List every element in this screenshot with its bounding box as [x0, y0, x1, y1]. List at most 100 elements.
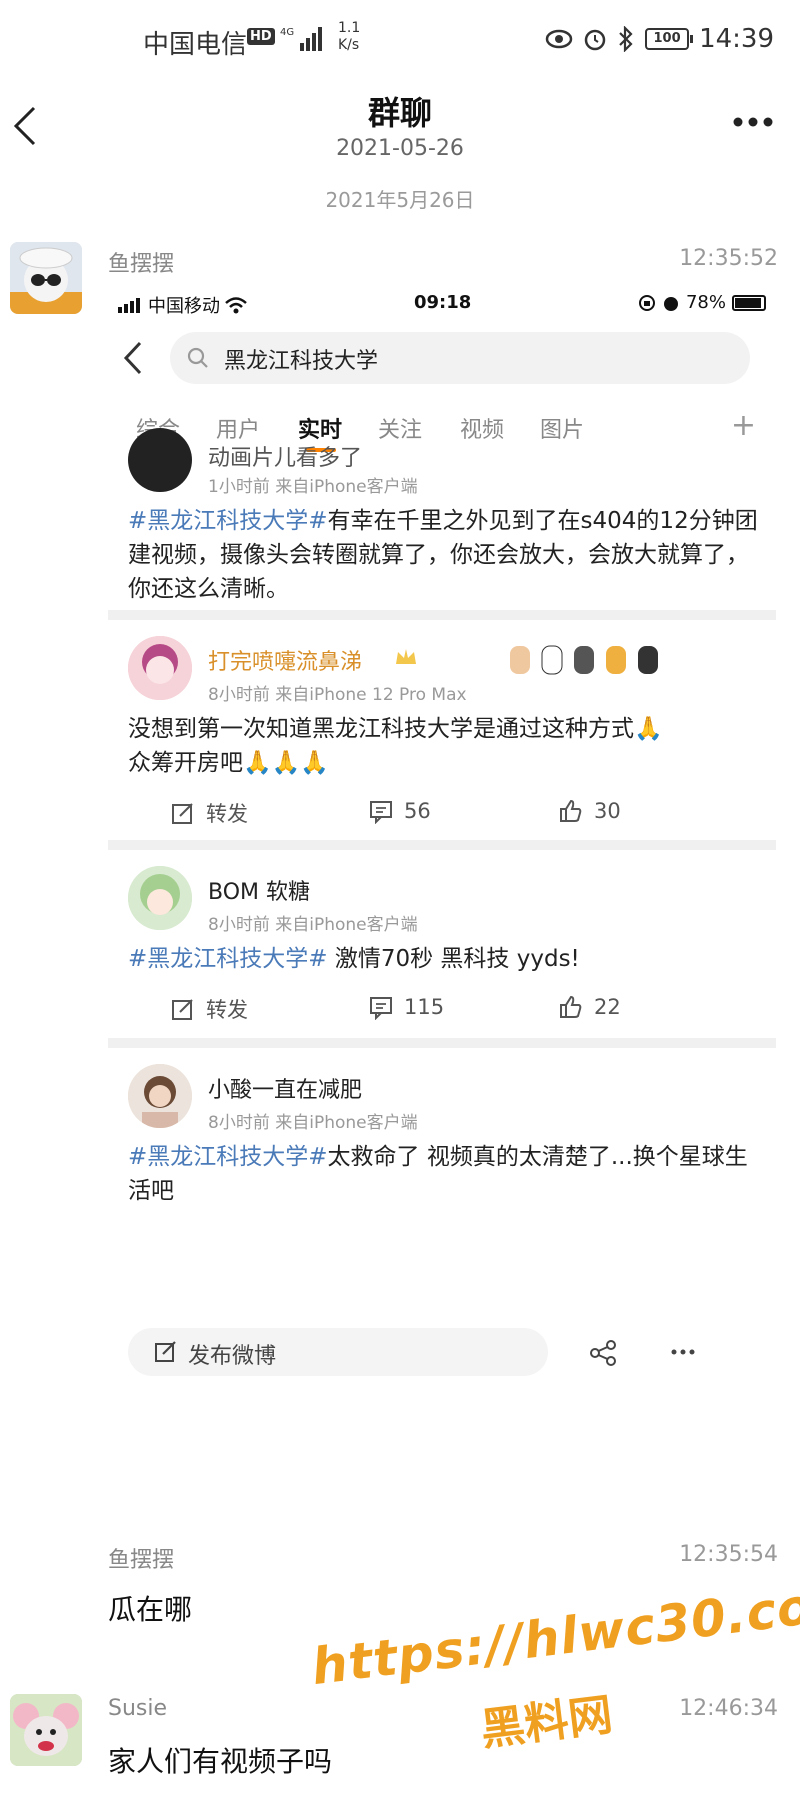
- avatar[interactable]: [128, 1064, 192, 1128]
- net-speed: 1.1 K/s: [338, 20, 360, 54]
- post-author[interactable]: 小酸一直在减肥: [208, 1072, 362, 1104]
- hd-badge: HD: [247, 28, 275, 45]
- post-body: #黑龙江科技大学#有幸在千里之外见到了在s404的12分钟团建视频，摄像头会转圈…: [128, 504, 758, 606]
- svg-text:4G: 4G: [280, 27, 294, 38]
- alarm-icon: [663, 296, 678, 311]
- post-actions: 转发 56 30: [108, 798, 776, 838]
- more-icon[interactable]: [732, 116, 774, 128]
- repost-label: 转发: [206, 802, 248, 826]
- hashtag-link[interactable]: #黑龙江科技大学#: [128, 946, 328, 972]
- tab-video[interactable]: 视频: [460, 412, 504, 444]
- publish-label: 发布微博: [188, 1344, 277, 1369]
- avatar[interactable]: [128, 866, 192, 930]
- message-text: 瓜在哪: [108, 1593, 193, 1626]
- mouse-avatar-icon: [10, 1694, 82, 1766]
- publish-weibo-button[interactable]: 发布微博: [128, 1328, 548, 1376]
- post-body: #黑龙江科技大学# 激情70秒 黑科技 yyds!: [128, 942, 758, 976]
- bluetooth-icon: [619, 26, 633, 52]
- post-meta: 8小时前 来自iPhone客户端: [208, 1113, 418, 1133]
- edit-icon: [155, 1341, 176, 1362]
- comment-button[interactable]: 115: [368, 994, 444, 1020]
- wifi-icon: [225, 297, 247, 314]
- screenshot-status-bar: 中国移动 09:18 78%: [108, 282, 776, 322]
- screenshot-time: 09:18: [414, 292, 472, 313]
- post-author[interactable]: 打完喷嚏流鼻涕: [208, 644, 362, 676]
- comment-icon: [370, 997, 392, 1020]
- add-tab-icon[interactable]: +: [731, 408, 756, 443]
- paws-icon: [510, 645, 658, 675]
- eye-icon: [545, 29, 573, 49]
- thumbs-up-icon: [560, 995, 582, 1018]
- post-divider: [108, 1038, 776, 1048]
- post-author[interactable]: BOM 软糖: [208, 874, 310, 906]
- repost-icon: [172, 999, 193, 1020]
- net-speed-unit: K/s: [338, 37, 360, 53]
- post-divider: [108, 840, 776, 850]
- like-button[interactable]: 30: [558, 798, 621, 824]
- alarm-icon: [584, 29, 606, 51]
- screenshot-search-bar: 黑龙江科技大学: [108, 326, 776, 392]
- post-text-line2: 众筹开房吧🙏🙏🙏: [128, 750, 329, 776]
- post-text: 激情70秒 黑科技 yyds!: [327, 946, 580, 972]
- cat-paws-decoration: [506, 632, 676, 676]
- weibo-post[interactable]: 小酸一直在减肥 8小时前 来自iPhone客户端 #黑龙江科技大学#太救命了 视…: [108, 1048, 776, 1318]
- message-text: 家人们有视频子吗: [108, 1745, 333, 1778]
- screenshot-bottom-bar: 发布微博: [128, 1328, 758, 1380]
- post-body: #黑龙江科技大学#太救命了 视频真的太清楚了...换个星球生活吧: [128, 1140, 758, 1208]
- post-meta: 1小时前 来自iPhone客户端: [208, 477, 418, 497]
- more-icon[interactable]: [670, 1348, 696, 1356]
- message-time: 12:35:54: [679, 1542, 778, 1567]
- comment-count: 115: [404, 995, 445, 1019]
- sender-name: Susie: [108, 1696, 168, 1721]
- thumbs-up-icon: [560, 799, 582, 822]
- post-meta: 8小时前 来自iPhone 12 Pro Max: [208, 685, 467, 705]
- status-bar: 中国电信 HD 4G 1.1 K/s 100 14:39: [0, 0, 800, 80]
- photo-avatar-icon: [128, 1064, 192, 1128]
- repost-button[interactable]: 转发: [170, 798, 248, 828]
- weibo-post[interactable]: 动画片儿看多了 1小时前 来自iPhone客户端 #黑龙江科技大学#有幸在千里之…: [108, 428, 776, 620]
- like-button[interactable]: 22: [558, 994, 621, 1020]
- watermark-name: 黑料网: [477, 1689, 616, 1757]
- post-text-line1: 没想到第一次知道黑龙江科技大学是通过这种方式🙏: [128, 716, 663, 742]
- watermark-url: https://hlwc30.com: [308, 1570, 800, 1697]
- post-body: 没想到第一次知道黑龙江科技大学是通过这种方式🙏 众筹开房吧🙏🙏🙏: [128, 712, 758, 780]
- like-count: 22: [594, 995, 621, 1019]
- share-icon[interactable]: [588, 1338, 618, 1368]
- chat-date: 2021-05-26: [336, 136, 464, 161]
- hashtag-link[interactable]: #黑龙江科技大学#: [128, 1144, 328, 1170]
- repost-icon: [172, 803, 193, 824]
- search-input[interactable]: 黑龙江科技大学: [170, 332, 750, 384]
- post-actions: 转发 115 22: [108, 994, 776, 1034]
- cat-avatar-icon: [10, 242, 82, 314]
- sender-name: 鱼摆摆: [108, 252, 175, 277]
- comment-count: 56: [404, 799, 431, 823]
- signal-icon: 4G: [280, 27, 322, 51]
- repost-label: 转发: [206, 998, 248, 1022]
- post-author[interactable]: 动画片儿看多了: [208, 440, 362, 472]
- repost-button[interactable]: 转发: [170, 994, 248, 1024]
- tab-following[interactable]: 关注: [378, 412, 422, 444]
- avatar[interactable]: [10, 242, 82, 314]
- avatar[interactable]: [128, 428, 192, 492]
- anime-avatar-icon: [128, 866, 192, 930]
- search-query: 黑龙江科技大学: [224, 349, 379, 374]
- comment-icon: [370, 801, 392, 824]
- avatar[interactable]: [128, 636, 192, 700]
- chat-title: 群聊: [367, 94, 432, 132]
- back-arrow-icon[interactable]: [122, 340, 144, 376]
- comment-button[interactable]: 56: [368, 798, 431, 824]
- screenshot-battery-text: 78%: [685, 292, 726, 313]
- screenshot-carrier: 中国移动: [148, 296, 220, 317]
- tab-images[interactable]: 图片: [540, 412, 584, 444]
- net-speed-value: 1.1: [338, 20, 361, 36]
- post-meta: 8小时前 来自iPhone客户端: [208, 915, 418, 935]
- battery-icon: [732, 294, 766, 311]
- shared-screenshot[interactable]: 中国移动 09:18 78% 黑龙江科技大学 用户 实时 关注 视频 图片 + …: [108, 282, 776, 1460]
- battery-icon: 100: [645, 28, 694, 50]
- avatar[interactable]: [10, 1694, 82, 1766]
- like-count: 30: [594, 799, 621, 823]
- message-time: 12:35:52: [679, 246, 778, 271]
- hashtag-link[interactable]: #黑龙江科技大学#: [128, 508, 328, 534]
- search-icon: [187, 347, 208, 368]
- lock-rotation-icon: [638, 294, 655, 311]
